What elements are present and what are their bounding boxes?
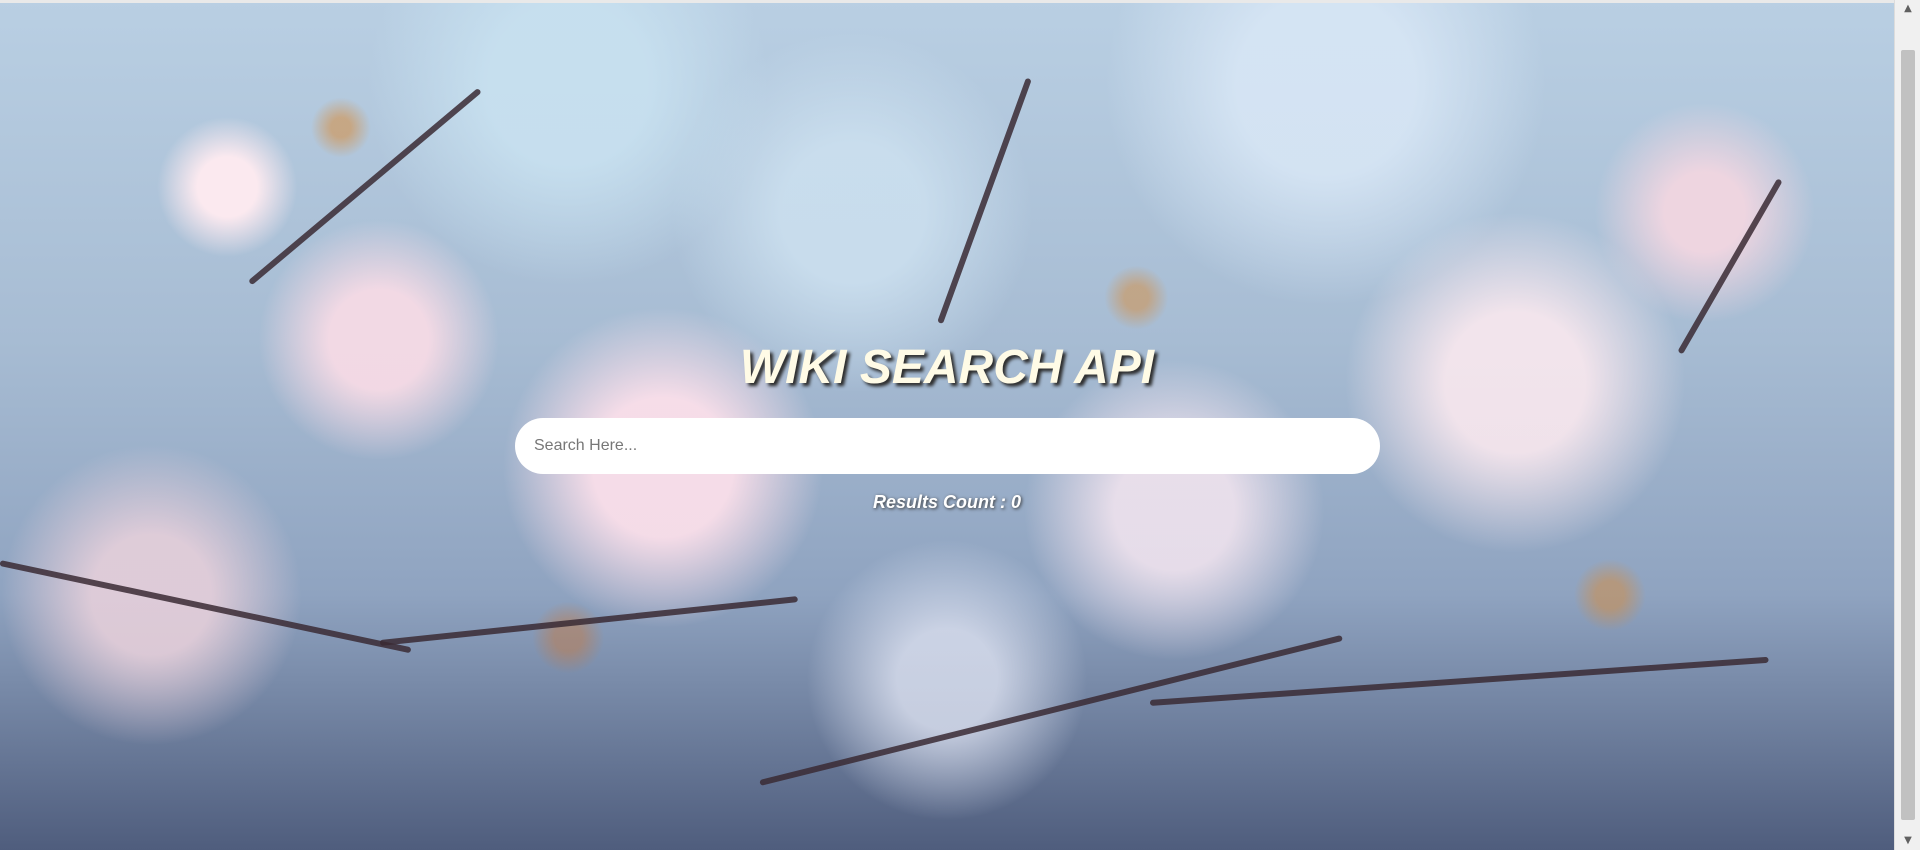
search-input[interactable]	[515, 418, 1380, 474]
main-content: WIKI SEARCH API Results Count : 0	[0, 0, 1894, 850]
results-count: Results Count : 0	[872, 492, 1021, 512]
vertical-scrollbar[interactable]: ▲ ▼	[1894, 0, 1920, 850]
search-container	[515, 418, 1380, 474]
page-title: WIKI SEARCH API	[739, 341, 1155, 394]
scrollbar-thumb[interactable]	[1901, 50, 1915, 820]
scroll-down-icon[interactable]: ▼	[1895, 832, 1920, 850]
scroll-up-icon[interactable]: ▲	[1895, 0, 1920, 18]
